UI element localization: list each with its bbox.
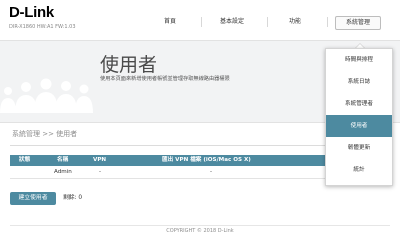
column-status: 狀態 — [19, 157, 31, 163]
copyright: COPYRIGHT © 2018 D-Link — [166, 228, 234, 234]
people-group-icon — [0, 78, 93, 113]
cell-vpn-export: - — [210, 169, 213, 175]
remaining-count: 剩餘: 0 — [63, 192, 82, 205]
nav-basic-settings[interactable]: 基本設定 — [210, 16, 254, 28]
menu-item-statistics[interactable]: 統計 — [326, 159, 392, 181]
nav-management[interactable]: 系統管理 — [335, 16, 381, 30]
breadcrumb: 系統管理 >> 使用者 — [12, 130, 78, 138]
cell-name: Admin — [54, 169, 72, 175]
column-name: 名稱 — [57, 157, 69, 163]
nav-divider — [327, 17, 328, 27]
top-header: D-Link DIR-X1860 HW:A1 FW:1.03 首頁 基本設定 功… — [0, 0, 400, 40]
column-vpn-export: 匯出 VPN 檔案 (iOS/Mac OS X) — [162, 157, 251, 163]
footer-divider — [10, 225, 390, 226]
page-description: 使用本頁面來新增使用者帳號並管理存取無線路由器權限 — [100, 76, 230, 82]
dlink-logo[interactable]: D-Link — [9, 4, 54, 21]
nav-home[interactable]: 首頁 — [150, 16, 190, 28]
model-info: DIR-X1860 HW:A1 FW:1.03 — [9, 24, 76, 30]
remaining-label: 剩餘: — [63, 195, 77, 201]
nav-features[interactable]: 功能 — [276, 16, 314, 28]
management-dropdown: 時間與排程 系統日誌 系統管理者 使用者 韌體更新 統計 — [325, 48, 393, 186]
menu-item-time-schedule[interactable]: 時間與排程 — [326, 49, 392, 71]
remaining-value: 0 — [78, 195, 83, 201]
nav-divider — [267, 17, 268, 27]
cell-vpn: - — [99, 169, 102, 175]
menu-item-system-log[interactable]: 系統日誌 — [326, 71, 392, 93]
nav-divider — [201, 17, 202, 27]
menu-item-firmware-update[interactable]: 韌體更新 — [326, 137, 392, 159]
create-user-button[interactable]: 建立使用者 — [10, 192, 56, 205]
column-vpn: VPN — [93, 157, 107, 163]
menu-item-user[interactable]: 使用者 — [326, 115, 392, 137]
menu-item-admin[interactable]: 系統管理者 — [326, 93, 392, 115]
page-title: 使用者 — [100, 54, 158, 76]
